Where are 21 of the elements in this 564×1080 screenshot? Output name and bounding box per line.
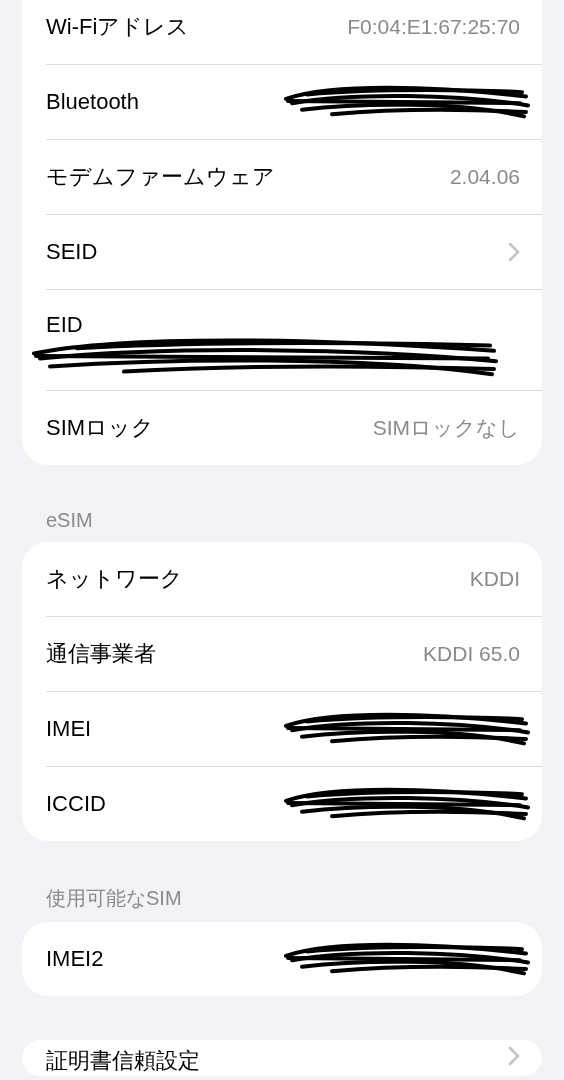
row-label: IMEI2 — [46, 946, 104, 972]
row-label: IMEI — [46, 716, 92, 742]
row-value: 2.04.06 — [449, 165, 520, 189]
row-label: Bluetooth — [46, 89, 139, 115]
row-label: 通信事業者 — [46, 640, 156, 668]
section-header: eSIM — [45, 508, 94, 533]
row-label: SIMロック — [46, 414, 155, 442]
row-value: F0:04:E1:67:25:70 — [347, 15, 520, 39]
row-label: Wi-Fiアドレス — [46, 13, 190, 41]
row-label: モデムファームウェア — [46, 163, 275, 191]
row-label: EID — [46, 312, 83, 338]
row-label: SEID — [46, 239, 98, 265]
chevron-icon[interactable] — [508, 1046, 520, 1066]
section-header: 使用可能なSIM — [45, 886, 183, 911]
row-value: SIMロックなし — [372, 415, 520, 441]
row-value: KDDI 65.0 — [423, 642, 520, 666]
row-value: KDDI — [469, 567, 520, 591]
chevron-icon[interactable] — [508, 242, 520, 262]
row-label: 証明書信頼設定 — [46, 1047, 200, 1075]
row-label: ネットワーク — [46, 565, 183, 593]
row-label: ICCID — [46, 791, 106, 817]
